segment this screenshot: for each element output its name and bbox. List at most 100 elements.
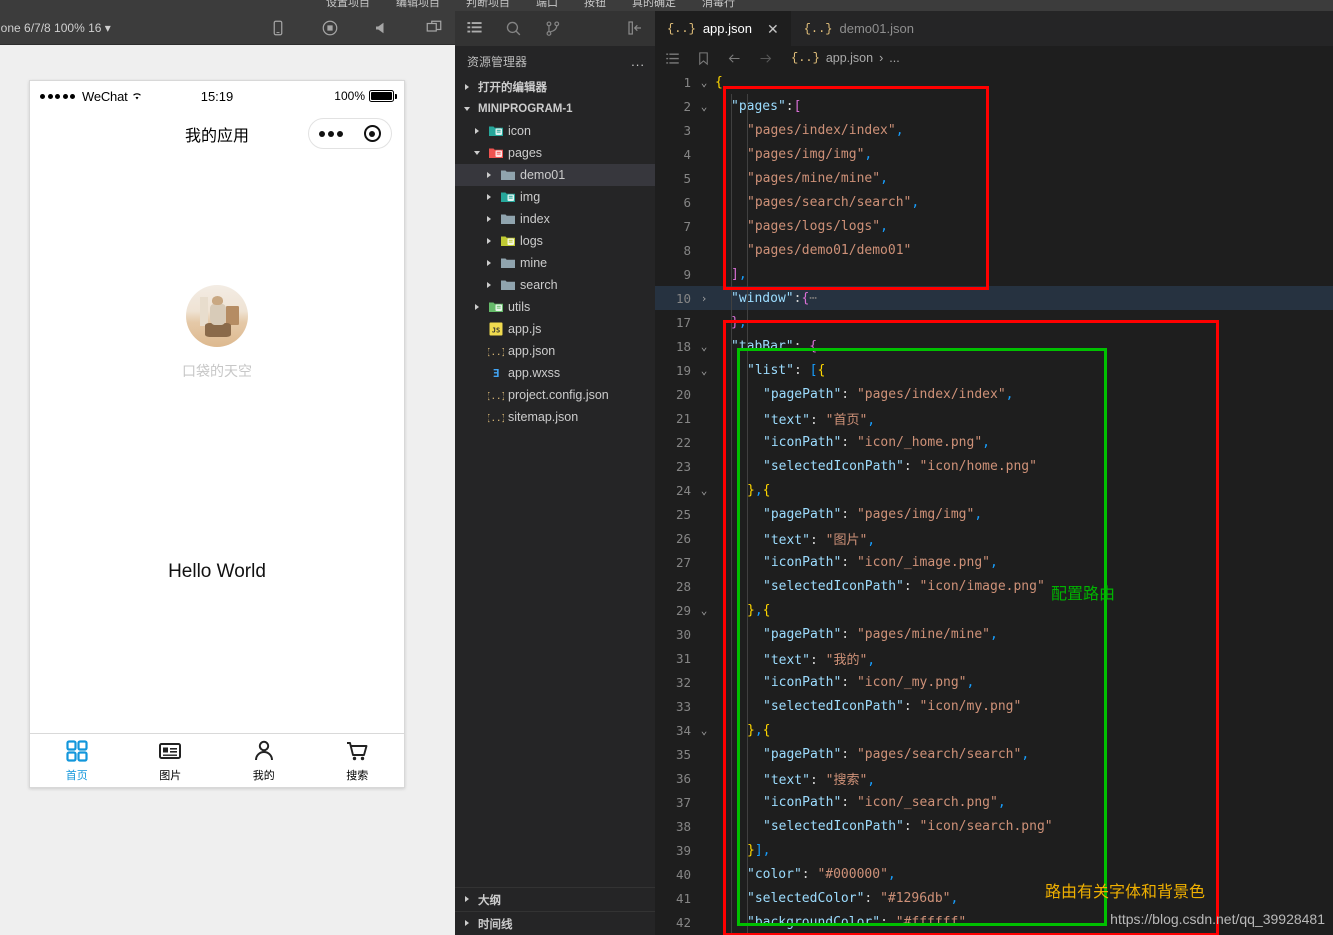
code-editor[interactable]: 1 ⌄{2 ⌄ "pages":[3 "pages/index/index", 4 "pag… xyxy=(655,70,1333,935)
tabbar-item-search[interactable]: 搜索 xyxy=(311,734,405,787)
breadcrumb-more[interactable]: ... xyxy=(889,51,899,65)
open-editors-section[interactable]: 打开的编辑器 xyxy=(455,76,655,98)
device-selector[interactable]: hone 6/7/8 100% 16 ▾ xyxy=(0,21,111,35)
tree-item-pages[interactable]: pages xyxy=(455,142,655,164)
explorer-icon[interactable] xyxy=(466,20,483,37)
code-line[interactable]: 3 "pages/index/index", xyxy=(655,118,1333,142)
close-target-icon[interactable] xyxy=(363,125,381,142)
explorer-more-button[interactable]: ... xyxy=(631,54,645,69)
tree-item-img[interactable]: img xyxy=(455,186,655,208)
chevron-down-icon[interactable] xyxy=(471,147,484,160)
code-line[interactable]: 21 "text": "首页", xyxy=(655,406,1333,430)
menu-item[interactable]: 判断项目 xyxy=(466,0,510,10)
code-line[interactable]: 32 "iconPath": "icon/_my.png", xyxy=(655,670,1333,694)
chevron-right-icon[interactable] xyxy=(483,213,496,226)
code-line[interactable]: 1 ⌄{ xyxy=(655,70,1333,94)
menu-item[interactable]: 消毒行 xyxy=(702,0,735,10)
bookmark-icon[interactable] xyxy=(696,51,711,66)
code-line[interactable]: 6 "pages/search/search", xyxy=(655,190,1333,214)
chevron-right-icon[interactable] xyxy=(483,257,496,270)
more-dots-icon[interactable] xyxy=(319,130,344,137)
menu-item[interactable]: 设置项目 xyxy=(326,0,370,10)
volume-icon[interactable] xyxy=(373,19,391,37)
tabbar-item-image[interactable]: 图片 xyxy=(124,734,218,787)
code-line[interactable]: 2 ⌄ "pages":[ xyxy=(655,94,1333,118)
collapse-sidebar-icon[interactable] xyxy=(627,20,643,36)
code-line[interactable]: 17}, xyxy=(655,310,1333,334)
tree-item-search[interactable]: search xyxy=(455,274,655,296)
code-line[interactable]: 27 "iconPath": "icon/_image.png", xyxy=(655,550,1333,574)
code-line[interactable]: 19 ⌄ "list": [{ xyxy=(655,358,1333,382)
tree-item-app-json[interactable]: {..} app.json xyxy=(455,340,655,362)
chevron-right-icon[interactable] xyxy=(483,169,496,182)
code-line[interactable]: 33 "selectedIconPath": "icon/my.png" xyxy=(655,694,1333,718)
tabbar-item-mine[interactable]: 我的 xyxy=(217,734,311,787)
code-line[interactable]: 22 "iconPath": "icon/_home.png", xyxy=(655,430,1333,454)
code-line[interactable]: 30 "pagePath": "pages/mine/mine", xyxy=(655,622,1333,646)
code-line[interactable]: 24 ⌄},{ xyxy=(655,478,1333,502)
search-icon[interactable] xyxy=(505,20,522,37)
fold-toggle-icon[interactable]: ⌄ xyxy=(693,77,715,88)
code-line[interactable]: 41 "selectedColor": "#1296db", xyxy=(655,886,1333,910)
code-line[interactable]: 10 › "window":{⋯ xyxy=(655,286,1333,310)
record-icon[interactable] xyxy=(321,19,339,37)
fold-toggle-icon[interactable]: ⌄ xyxy=(693,605,715,616)
window-icon[interactable] xyxy=(425,19,443,37)
menu-item[interactable]: 编辑项目 xyxy=(396,0,440,10)
fold-toggle-icon[interactable]: ⌄ xyxy=(693,725,715,736)
forward-arrow-icon[interactable] xyxy=(758,51,773,66)
code-line[interactable]: 31 "text": "我的", xyxy=(655,646,1333,670)
tree-item-icon[interactable]: icon xyxy=(455,120,655,142)
back-arrow-icon[interactable] xyxy=(727,51,742,66)
code-line[interactable]: 23 "selectedIconPath": "icon/home.png" xyxy=(655,454,1333,478)
capsule-button[interactable] xyxy=(308,118,392,149)
code-lines[interactable]: 1 ⌄{2 ⌄ "pages":[3 "pages/index/index", 4 "pag… xyxy=(655,70,1333,935)
outline-section[interactable]: 大纲 xyxy=(455,887,655,911)
code-line[interactable]: 28 "selectedIconPath": "icon/image.png" xyxy=(655,574,1333,598)
tree-item-index[interactable]: index xyxy=(455,208,655,230)
editor-tab-demo01-json[interactable]: {..} demo01.json xyxy=(792,11,927,46)
outline-icon[interactable] xyxy=(665,51,680,66)
code-line[interactable]: 26 "text": "图片", xyxy=(655,526,1333,550)
tree-item-mine[interactable]: mine xyxy=(455,252,655,274)
tabbar-item-home[interactable]: 首页 xyxy=(30,734,124,787)
fold-toggle-icon[interactable]: ⌄ xyxy=(693,485,715,496)
fold-toggle-icon[interactable]: ⌄ xyxy=(693,341,715,352)
code-line[interactable]: 4 "pages/img/img", xyxy=(655,142,1333,166)
code-line[interactable]: 25 "pagePath": "pages/img/img", xyxy=(655,502,1333,526)
code-line[interactable]: 5 "pages/mine/mine", xyxy=(655,166,1333,190)
menu-item[interactable]: 真的确定 xyxy=(632,0,676,10)
menu-item[interactable]: 端口 xyxy=(536,0,558,10)
tree-item-app-wxss[interactable]: Ǝapp.wxss xyxy=(455,362,655,384)
fold-toggle-icon[interactable]: › xyxy=(693,293,715,304)
timeline-section[interactable]: 时间线 xyxy=(455,911,655,935)
tree-item-app-js[interactable]: JS app.js xyxy=(455,318,655,340)
code-line[interactable]: 40 "color": "#000000", xyxy=(655,862,1333,886)
code-line[interactable]: 29 ⌄},{ xyxy=(655,598,1333,622)
chevron-right-icon[interactable] xyxy=(483,279,496,292)
tree-item-utils[interactable]: utils xyxy=(455,296,655,318)
tree-item-demo01[interactable]: demo01 xyxy=(455,164,655,186)
code-line[interactable]: 38 "selectedIconPath": "icon/search.png" xyxy=(655,814,1333,838)
fold-toggle-icon[interactable]: ⌄ xyxy=(693,101,715,112)
chevron-right-icon[interactable] xyxy=(483,235,496,248)
tree-item-logs[interactable]: logs xyxy=(455,230,655,252)
source-control-icon[interactable] xyxy=(544,20,561,37)
chevron-right-icon[interactable] xyxy=(483,191,496,204)
code-line[interactable]: 8 "pages/demo01/demo01" xyxy=(655,238,1333,262)
close-icon[interactable]: ✕ xyxy=(767,22,779,36)
editor-tab-app-json[interactable]: {..} app.json ✕ xyxy=(655,11,792,46)
code-line[interactable]: 35 "pagePath": "pages/search/search", xyxy=(655,742,1333,766)
breadcrumb-file[interactable]: app.json xyxy=(826,51,873,65)
menu-item[interactable]: 按钮 xyxy=(584,0,606,10)
tree-item-project-config-json[interactable]: {..} project.config.json xyxy=(455,384,655,406)
code-line[interactable]: 39}], xyxy=(655,838,1333,862)
code-line[interactable]: 7 "pages/logs/logs", xyxy=(655,214,1333,238)
chevron-right-icon[interactable] xyxy=(471,125,484,138)
tree-item-sitemap-json[interactable]: {..} sitemap.json xyxy=(455,406,655,428)
code-line[interactable]: 34 ⌄},{ xyxy=(655,718,1333,742)
phone-icon[interactable] xyxy=(269,19,287,37)
code-line[interactable]: 20 "pagePath": "pages/index/index", xyxy=(655,382,1333,406)
code-line[interactable]: 36 "text": "搜索", xyxy=(655,766,1333,790)
code-line[interactable]: 18 ⌄ "tabBar": { xyxy=(655,334,1333,358)
